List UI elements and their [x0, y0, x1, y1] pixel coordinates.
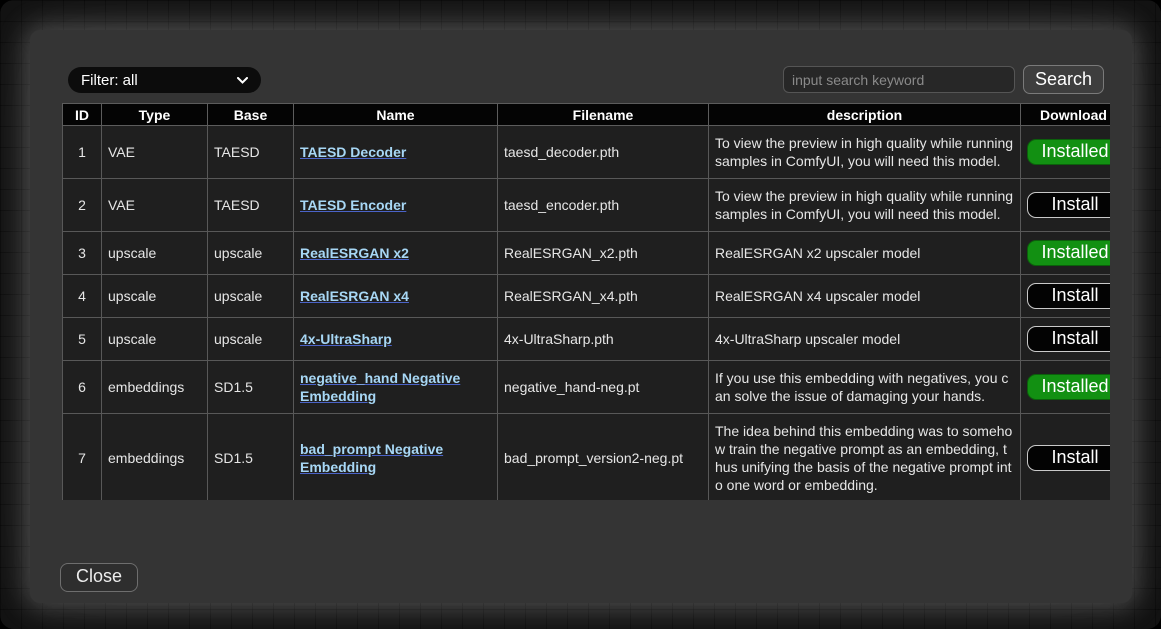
- model-name-link[interactable]: RealESRGAN x2: [300, 245, 409, 261]
- cell-name: RealESRGAN x2: [294, 232, 498, 275]
- cell-id: 3: [63, 232, 102, 275]
- cell-filename: 4x-UltraSharp.pth: [498, 318, 709, 361]
- chevron-down-icon: [237, 77, 248, 84]
- cell-id: 4: [63, 275, 102, 318]
- filter-dropdown-value: Filter: all: [81, 72, 138, 89]
- table-row: 2 VAE TAESD TAESD Encoder taesd_encoder.…: [63, 179, 1111, 232]
- table-row: 4 upscale upscale RealESRGAN x4 RealESRG…: [63, 275, 1111, 318]
- cell-base: TAESD: [208, 126, 294, 179]
- cell-name: 4x-UltraSharp: [294, 318, 498, 361]
- install-button[interactable]: Install: [1027, 283, 1110, 309]
- install-button[interactable]: Installed: [1027, 139, 1110, 165]
- model-name-link[interactable]: bad_prompt Negative Embedding: [300, 441, 443, 475]
- cell-type: upscale: [102, 318, 208, 361]
- cell-name: bad_prompt Negative Embedding: [294, 414, 498, 501]
- install-button[interactable]: Install: [1027, 445, 1110, 471]
- cell-base: upscale: [208, 232, 294, 275]
- search-button[interactable]: Search: [1023, 65, 1104, 94]
- column-header-filename: Filename: [498, 104, 709, 126]
- table-row: 5 upscale upscale 4x-UltraSharp 4x-Ultra…: [63, 318, 1111, 361]
- cell-name: negative_hand Negative Embedding: [294, 361, 498, 414]
- install-button[interactable]: Install: [1027, 192, 1110, 218]
- install-button[interactable]: Installed: [1027, 374, 1110, 400]
- cell-base: TAESD: [208, 179, 294, 232]
- cell-name: TAESD Encoder: [294, 179, 498, 232]
- search-bar: Search: [783, 65, 1104, 94]
- cell-base: SD1.5: [208, 361, 294, 414]
- cell-description: RealESRGAN x4 upscaler model: [709, 275, 1021, 318]
- cell-filename: taesd_decoder.pth: [498, 126, 709, 179]
- cell-filename: bad_prompt_version2-neg.pt: [498, 414, 709, 501]
- cell-description: RealESRGAN x2 upscaler model: [709, 232, 1021, 275]
- cell-type: upscale: [102, 275, 208, 318]
- cell-filename: RealESRGAN_x2.pth: [498, 232, 709, 275]
- cell-id: 7: [63, 414, 102, 501]
- cell-type: VAE: [102, 179, 208, 232]
- cell-id: 1: [63, 126, 102, 179]
- filter-dropdown[interactable]: Filter: all: [68, 67, 261, 93]
- model-name-link[interactable]: TAESD Encoder: [300, 197, 406, 213]
- table-header-row: IDTypeBaseNameFilenamedescriptionDownloa…: [63, 104, 1111, 126]
- cell-description: The idea behind this embedding was to so…: [709, 414, 1021, 501]
- model-table-container: IDTypeBaseNameFilenamedescriptionDownloa…: [62, 103, 1110, 500]
- model-name-link[interactable]: RealESRGAN x4: [300, 288, 409, 304]
- model-table-body: 1 VAE TAESD TAESD Decoder taesd_decoder.…: [63, 126, 1111, 501]
- cell-type: VAE: [102, 126, 208, 179]
- cell-id: 6: [63, 361, 102, 414]
- model-name-link[interactable]: 4x-UltraSharp: [300, 331, 392, 347]
- cell-type: embeddings: [102, 361, 208, 414]
- model-name-link[interactable]: negative_hand Negative Embedding: [300, 370, 460, 404]
- table-row: 3 upscale upscale RealESRGAN x2 RealESRG…: [63, 232, 1111, 275]
- model-table: IDTypeBaseNameFilenamedescriptionDownloa…: [62, 103, 1110, 500]
- cell-name: TAESD Decoder: [294, 126, 498, 179]
- cell-download: Install: [1021, 275, 1111, 318]
- cell-filename: RealESRGAN_x4.pth: [498, 275, 709, 318]
- column-header-type: Type: [102, 104, 208, 126]
- cell-download: Install: [1021, 318, 1111, 361]
- cell-download: Install: [1021, 179, 1111, 232]
- cell-base: upscale: [208, 318, 294, 361]
- table-row: 1 VAE TAESD TAESD Decoder taesd_decoder.…: [63, 126, 1111, 179]
- comfyui-canvas: Filter: all Search IDTypeBaseNameFilenam…: [0, 0, 1161, 629]
- install-button[interactable]: Install: [1027, 326, 1110, 352]
- cell-download: Installed: [1021, 361, 1111, 414]
- search-input[interactable]: [783, 66, 1015, 93]
- cell-id: 2: [63, 179, 102, 232]
- cell-type: upscale: [102, 232, 208, 275]
- cell-description: To view the preview in high quality whil…: [709, 126, 1021, 179]
- cell-download: Installed: [1021, 232, 1111, 275]
- column-header-id: ID: [63, 104, 102, 126]
- cell-base: SD1.5: [208, 414, 294, 501]
- cell-name: RealESRGAN x4: [294, 275, 498, 318]
- column-header-base: Base: [208, 104, 294, 126]
- install-button[interactable]: Installed: [1027, 240, 1110, 266]
- close-button[interactable]: Close: [60, 563, 138, 592]
- cell-type: embeddings: [102, 414, 208, 501]
- cell-download: Installed: [1021, 126, 1111, 179]
- column-header-name: Name: [294, 104, 498, 126]
- cell-description: 4x-UltraSharp upscaler model: [709, 318, 1021, 361]
- column-header-description: description: [709, 104, 1021, 126]
- model-manager-dialog: Filter: all Search IDTypeBaseNameFilenam…: [30, 30, 1132, 603]
- table-row: 6 embeddings SD1.5 negative_hand Negativ…: [63, 361, 1111, 414]
- cell-description: If you use this embedding with negatives…: [709, 361, 1021, 414]
- cell-id: 5: [63, 318, 102, 361]
- cell-description: To view the preview in high quality whil…: [709, 179, 1021, 232]
- table-row: 7 embeddings SD1.5 bad_prompt Negative E…: [63, 414, 1111, 501]
- cell-download: Install: [1021, 414, 1111, 501]
- cell-filename: negative_hand-neg.pt: [498, 361, 709, 414]
- cell-base: upscale: [208, 275, 294, 318]
- model-name-link[interactable]: TAESD Decoder: [300, 144, 406, 160]
- column-header-action: Download: [1021, 104, 1111, 126]
- cell-filename: taesd_encoder.pth: [498, 179, 709, 232]
